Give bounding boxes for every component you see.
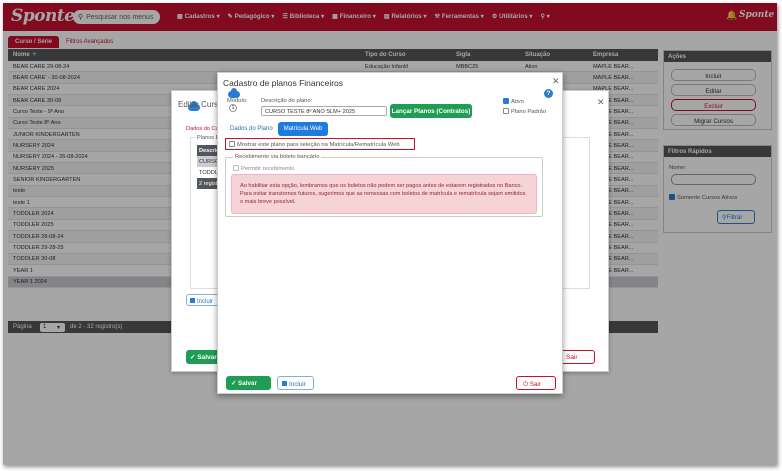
help-icon[interactable]: ? bbox=[544, 89, 553, 98]
plus-icon bbox=[190, 297, 195, 303]
dialog-title: Cadastro de planos Financeiros bbox=[223, 78, 344, 88]
checkbox-icon bbox=[233, 165, 239, 171]
checkbox-icon bbox=[229, 141, 235, 147]
modulo-value: 1 bbox=[229, 104, 237, 112]
descricao-input[interactable]: CURSO TESTE 8º ANO SLM+ 2025 bbox=[261, 106, 387, 116]
save-button[interactable]: ✓ Salvar bbox=[226, 376, 271, 390]
tab-dados-plano[interactable]: Dados do Plano bbox=[230, 126, 273, 132]
boleto-group-label: Recebimento via boleto bancário bbox=[233, 154, 322, 160]
mostrar-plano-checkbox[interactable]: Mostrar este plano para seleção na Matrí… bbox=[225, 138, 415, 150]
descricao-label: Descrição do plano: bbox=[261, 98, 313, 104]
incluir-button[interactable]: Incluir bbox=[277, 376, 314, 390]
plus-icon bbox=[282, 380, 287, 386]
close-icon[interactable]: ✕ bbox=[597, 97, 605, 108]
ativo-checkbox[interactable]: Ativo bbox=[503, 98, 524, 105]
checkbox-icon bbox=[503, 98, 509, 104]
financial-plan-dialog: Cadastro de planos Financeiros ✕ ? Módul… bbox=[217, 72, 563, 394]
plano-padrao-checkbox[interactable]: Plano Padrão bbox=[503, 108, 546, 115]
app-window: Sponte ⚲ Pesquisar nos menus ▦ Cadastros … bbox=[3, 3, 777, 465]
lancar-planos-button[interactable]: Lançar Planos (Contratos) bbox=[390, 104, 472, 118]
permitir-recebimento-checkbox[interactable]: Permitir recebimento bbox=[233, 165, 294, 172]
close-icon[interactable]: ✕ bbox=[552, 76, 560, 87]
tab-matricula-web[interactable]: Matrícula Web bbox=[278, 122, 328, 136]
exit-button[interactable]: ⏻ Sair bbox=[516, 376, 556, 390]
edit-dialog-tab[interactable]: Dados do Cu bbox=[186, 126, 219, 132]
cloud-icon bbox=[228, 88, 240, 98]
checkbox-icon bbox=[503, 108, 509, 114]
modulo-label: Módulo: bbox=[227, 98, 248, 104]
boleto-alert: Ao habilitar esta opção, lembramos que o… bbox=[231, 174, 537, 214]
boleto-group: Recebimento via boleto bancário Permitir… bbox=[225, 154, 543, 217]
edit-dialog-title: Editar Curso bbox=[178, 100, 223, 109]
